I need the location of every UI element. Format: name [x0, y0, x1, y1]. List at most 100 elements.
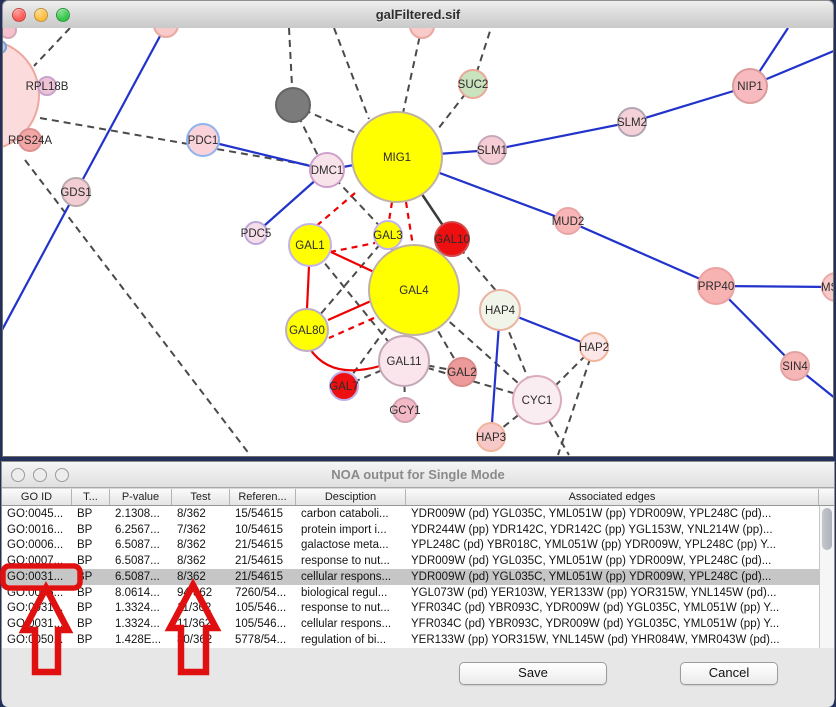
graph-window-title: galFiltered.sif [376, 7, 461, 22]
node-label-SIN4: SIN4 [782, 361, 808, 373]
node-label-GAL3: GAL3 [373, 230, 402, 242]
cell: 21/54615 [230, 571, 296, 583]
node-label-GAL80: GAL80 [289, 325, 325, 337]
cancel-button[interactable]: Cancel [680, 662, 778, 685]
cell: 8/362 [172, 508, 230, 520]
cell: 6.2567... [110, 524, 172, 536]
cell: YER133W (pp) YOR315W, YNL145W (pd) YHR08… [406, 634, 819, 646]
cell: response to nut... [296, 555, 406, 567]
graph-edge[interactable] [403, 28, 422, 113]
graph-edge[interactable] [34, 28, 70, 66]
cell: YDR009W (pd) YGL035C, YML051W (pp) YDR00… [406, 555, 819, 567]
node-label-NIP1: NIP1 [737, 81, 763, 93]
cell: BP [72, 539, 110, 551]
column-header-test[interactable]: Test [172, 489, 230, 505]
graph-window: galFiltered.sif RPL18BRPS24AGDS1PDC1PDC5… [2, 0, 834, 457]
graph-edge[interactable] [3, 192, 76, 330]
cell: GO:0016... [2, 524, 72, 536]
graph-edge[interactable] [568, 221, 716, 286]
node-label-GAL7: GAL7 [329, 381, 358, 393]
graph-edge[interactable] [330, 243, 375, 252]
table-row[interactable]: GO:0045...BP2.1308...8/36215/54615carbon… [2, 506, 834, 522]
table-row[interactable]: GO:0050...BP1.428E...80/3625778/54...reg… [2, 632, 834, 648]
node-label-CYC1: CYC1 [522, 395, 553, 407]
noa-window-title: NOA output for Single Mode [331, 467, 505, 482]
node-unlabeled[interactable] [154, 28, 178, 37]
cell: 1.3324... [110, 602, 172, 614]
graph-edge[interactable] [307, 266, 309, 309]
graph-edge[interactable] [492, 122, 632, 150]
cell: 80/362 [172, 634, 230, 646]
graph-edge[interactable] [314, 193, 355, 228]
table-header-row: GO IDT...P-valueTestReferen...Desciption… [2, 488, 834, 506]
minimize-button[interactable] [34, 8, 48, 22]
cell: 1.428E... [110, 634, 172, 646]
cell: BP [72, 634, 110, 646]
cell: BP [72, 587, 110, 599]
cell: 7/362 [172, 524, 230, 536]
cell: BP [72, 555, 110, 567]
column-header-p-value[interactable]: P-value [110, 489, 172, 505]
table-row[interactable]: GO:0016...BP6.2567...7/36210/54615protei… [2, 522, 834, 538]
cell: 21/54615 [230, 555, 296, 567]
vertical-scrollbar[interactable] [819, 506, 834, 648]
table-row[interactable]: GO:0065...BP8.0614...94/3627260/54...bio… [2, 585, 834, 601]
scrollbar-thumb[interactable] [822, 508, 832, 550]
minimize-button-inactive[interactable] [33, 468, 47, 482]
column-header-t-[interactable]: T... [72, 489, 110, 505]
graph-edge[interactable] [328, 301, 371, 320]
graph-edge[interactable] [40, 118, 325, 168]
cell: 105/546... [230, 618, 296, 630]
graph-window-titlebar[interactable]: galFiltered.sif [2, 0, 834, 29]
node-unlabeled[interactable] [3, 28, 16, 38]
network-canvas[interactable]: RPL18BRPS24AGDS1PDC1PDC5MIG1SUC2SLM1DMC1… [2, 28, 834, 457]
column-header-associated-edges[interactable]: Associated edges [406, 489, 819, 505]
graph-edge[interactable] [76, 28, 166, 192]
zoom-button-inactive[interactable] [55, 468, 69, 482]
graph-edge[interactable] [203, 140, 327, 170]
node-unlabeled[interactable] [3, 41, 6, 53]
cell: GO:0050... [2, 634, 72, 646]
graph-edge[interactable] [406, 202, 413, 246]
node-unlabeled[interactable] [276, 88, 310, 122]
graph-edge[interactable] [632, 86, 750, 122]
node-unlabeled[interactable] [410, 28, 434, 38]
cell: BP [72, 618, 110, 630]
node-label-PDC5: PDC5 [241, 228, 272, 240]
column-header-stub [819, 489, 834, 505]
zoom-button[interactable] [56, 8, 70, 22]
graph-edge[interactable] [25, 160, 250, 455]
cell: YDR009W (pd) YGL035C, YML051W (pp) YDR00… [406, 571, 819, 583]
table-row[interactable]: GO:0031...BP1.3324...11/362105/546...cel… [2, 616, 834, 632]
table-row[interactable]: GO:0006...BP6.5087...8/36221/54615galact… [2, 538, 834, 554]
cell: 8/362 [172, 571, 230, 583]
graph-edge[interactable] [329, 318, 374, 338]
graph-edge[interactable] [331, 252, 374, 272]
cell: GO:0065... [2, 587, 72, 599]
cell: GO:0031... [2, 618, 72, 630]
cell: 6.5087... [110, 539, 172, 551]
column-header-desciption[interactable]: Desciption [296, 489, 406, 505]
noa-window-titlebar[interactable]: NOA output for Single Mode [2, 462, 834, 488]
node-label-RPS24A: RPS24A [8, 135, 52, 147]
table-row[interactable]: GO:0031...BP1.3324...11/362105/546...res… [2, 601, 834, 617]
table-row[interactable]: GO:0031...BP6.5087...8/36221/54615cellul… [2, 569, 834, 585]
node-label-GAL10: GAL10 [434, 234, 470, 246]
cell: 8.0614... [110, 587, 172, 599]
column-header-go-id[interactable]: GO ID [2, 489, 72, 505]
graph-edge[interactable] [558, 347, 594, 455]
node-label-MSL1: MSL1 [821, 282, 833, 294]
cell: 10/54615 [230, 524, 296, 536]
cell: response to nut... [296, 602, 406, 614]
close-button[interactable] [12, 8, 26, 22]
cell: 11/362 [172, 602, 230, 614]
cell: 8/362 [172, 555, 230, 567]
save-button[interactable]: Save [459, 662, 607, 685]
column-header-referen-[interactable]: Referen... [230, 489, 296, 505]
graph-edge[interactable] [334, 28, 369, 119]
close-button-inactive[interactable] [11, 468, 25, 482]
cell: regulation of bi... [296, 634, 406, 646]
table-row[interactable]: GO:0007...BP6.5087...8/36221/54615respon… [2, 553, 834, 569]
node-label-RPL18B: RPL18B [26, 81, 69, 93]
node-label-GCY1: GCY1 [389, 405, 420, 417]
